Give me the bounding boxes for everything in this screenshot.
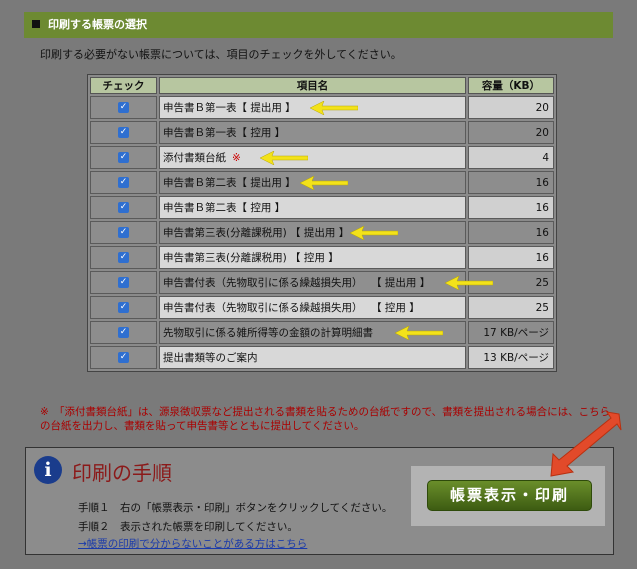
size-cell: 20 — [468, 121, 554, 144]
item-name: 申告書第三表(分離課税用) 【 控用 】 — [163, 252, 339, 264]
yellow-arrow-icon — [300, 175, 348, 190]
table-row: ✓ 申告書第三表(分離課税用) 【 提出用 】 16 — [90, 221, 554, 244]
step-2: 手順２ 表示された帳票を印刷してください。 — [78, 521, 298, 533]
check-cell: ✓ — [90, 346, 157, 369]
item-name-cell: 申告書第三表(分離課税用) 【 控用 】 — [159, 246, 466, 269]
item-name-cell: 提出書類等のご案内 — [159, 346, 466, 369]
table-row: ✓ 申告書Ｂ第二表【 提出用 】 16 — [90, 171, 554, 194]
section-title: 印刷する帳票の選択 — [48, 18, 147, 31]
table-row: ✓ 申告書Ｂ第一表【 控用 】 20 — [90, 121, 554, 144]
row-checkbox[interactable]: ✓ — [118, 102, 129, 113]
size-cell: 25 — [468, 296, 554, 319]
procedure-panel: i 印刷の手順 手順１ 右の「帳票表示・印刷」ボタンをクリックしてください。 手… — [25, 447, 614, 555]
size-cell: 16 — [468, 246, 554, 269]
item-name: 申告書Ｂ第一表【 提出用 】 — [163, 102, 296, 114]
item-name-cell: 申告書付表（先物取引に係る繰越損失用） 【 提出用 】 — [159, 271, 493, 294]
item-name-cell: 申告書第三表(分離課税用) 【 提出用 】 — [159, 221, 466, 244]
size-cell: 16 — [468, 196, 554, 219]
check-cell: ✓ — [90, 196, 157, 219]
check-cell: ✓ — [90, 321, 157, 344]
info-icon: i — [34, 456, 62, 484]
row-checkbox[interactable]: ✓ — [118, 277, 129, 288]
item-name: 申告書Ｂ第二表【 控用 】 — [163, 202, 286, 214]
yellow-arrow-icon — [310, 100, 358, 115]
row-checkbox[interactable]: ✓ — [118, 227, 129, 238]
row-checkbox[interactable]: ✓ — [118, 152, 129, 163]
help-link[interactable]: →帳票の印刷で分からないことがある方はこちら — [78, 536, 307, 551]
print-button[interactable]: 帳票表示・印刷 — [427, 480, 592, 511]
item-name: 申告書第三表(分離課税用) 【 提出用 】 — [163, 227, 350, 239]
yellow-arrow-icon — [395, 325, 443, 340]
item-name-cell: 申告書Ｂ第一表【 提出用 】 — [159, 96, 466, 119]
size-cell: 17 KB/ページ — [468, 321, 554, 344]
item-name: 申告書付表（先物取引に係る繰越損失用） 【 提出用 】 — [163, 277, 431, 289]
item-name-cell: 先物取引に係る雑所得等の金額の計算明細書 — [159, 321, 466, 344]
yellow-arrow-icon — [445, 275, 493, 290]
header-name: 項目名 — [159, 77, 466, 94]
square-bullet-icon — [32, 20, 40, 28]
note-text: ※ 「添付書類台紙」は、源泉徴収票など提出される書類を貼るための台紙ですので、書… — [40, 406, 611, 432]
size-cell: 13 KB/ページ — [468, 346, 554, 369]
header-check: チェック — [90, 77, 157, 94]
check-cell: ✓ — [90, 121, 157, 144]
yellow-arrow-icon — [350, 225, 398, 240]
intro-text: 印刷する必要がない帳票については、項目のチェックを外してください。 — [40, 48, 402, 61]
size-cell: 16 — [468, 171, 554, 194]
check-cell: ✓ — [90, 171, 157, 194]
item-name-cell: 添付書類台紙 ※ — [159, 146, 466, 169]
table-row: ✓ 申告書Ｂ第二表【 控用 】 16 — [90, 196, 554, 219]
size-cell: 4 — [468, 146, 554, 169]
row-checkbox[interactable]: ✓ — [118, 302, 129, 313]
table-row: ✓ 申告書付表（先物取引に係る繰越損失用） 【 提出用 】 25 — [90, 271, 554, 294]
item-name: 添付書類台紙 — [163, 152, 226, 164]
table-row: ✓ 先物取引に係る雑所得等の金額の計算明細書 17 KB/ページ — [90, 321, 554, 344]
item-name-cell: 申告書付表（先物取引に係る繰越損失用） 【 控用 】 — [159, 296, 466, 319]
row-checkbox[interactable]: ✓ — [118, 202, 129, 213]
check-cell: ✓ — [90, 221, 157, 244]
pointer-arrow-icon — [550, 411, 622, 477]
table-row: ✓ 提出書類等のご案内 13 KB/ページ — [90, 346, 554, 369]
row-checkbox[interactable]: ✓ — [118, 352, 129, 363]
item-name-cell: 申告書Ｂ第一表【 控用 】 — [159, 121, 466, 144]
item-name-cell: 申告書Ｂ第二表【 提出用 】 — [159, 171, 466, 194]
check-cell: ✓ — [90, 296, 157, 319]
table-row: ✓ 申告書第三表(分離課税用) 【 控用 】 16 — [90, 246, 554, 269]
item-name: 提出書類等のご案内 — [163, 352, 258, 364]
row-checkbox[interactable]: ✓ — [118, 177, 129, 188]
item-name: 申告書Ｂ第二表【 提出用 】 — [163, 177, 296, 189]
size-cell: 20 — [468, 96, 554, 119]
check-cell: ✓ — [90, 246, 157, 269]
note-mark: ※ — [232, 152, 241, 164]
item-name: 先物取引に係る雑所得等の金額の計算明細書 — [163, 327, 373, 339]
size-cell: 16 — [468, 221, 554, 244]
item-name: 申告書付表（先物取引に係る繰越損失用） 【 控用 】 — [163, 302, 420, 314]
step-1: 手順１ 右の「帳票表示・印刷」ボタンをクリックしてください。 — [78, 502, 393, 514]
forms-table: チェック 項目名 容量（KB） ✓ 申告書Ｂ第一表【 提出用 】 20 ✓ 申告書Ｂ第一… — [87, 74, 557, 372]
row-checkbox[interactable]: ✓ — [118, 127, 129, 138]
row-checkbox[interactable]: ✓ — [118, 327, 129, 338]
table-row: ✓ 添付書類台紙 ※ 4 — [90, 146, 554, 169]
table-row: ✓ 申告書Ｂ第一表【 提出用 】 20 — [90, 96, 554, 119]
check-cell: ✓ — [90, 271, 157, 294]
item-name-cell: 申告書Ｂ第二表【 控用 】 — [159, 196, 466, 219]
header-size: 容量（KB） — [468, 77, 554, 94]
table-row: ✓ 申告書付表（先物取引に係る繰越損失用） 【 控用 】 25 — [90, 296, 554, 319]
row-checkbox[interactable]: ✓ — [118, 252, 129, 263]
check-cell: ✓ — [90, 146, 157, 169]
yellow-arrow-icon — [260, 150, 308, 165]
procedure-title: 印刷の手順 — [72, 461, 172, 485]
item-name: 申告書Ｂ第一表【 控用 】 — [163, 127, 286, 139]
section-header: 印刷する帳票の選択 — [24, 12, 613, 38]
check-cell: ✓ — [90, 96, 157, 119]
